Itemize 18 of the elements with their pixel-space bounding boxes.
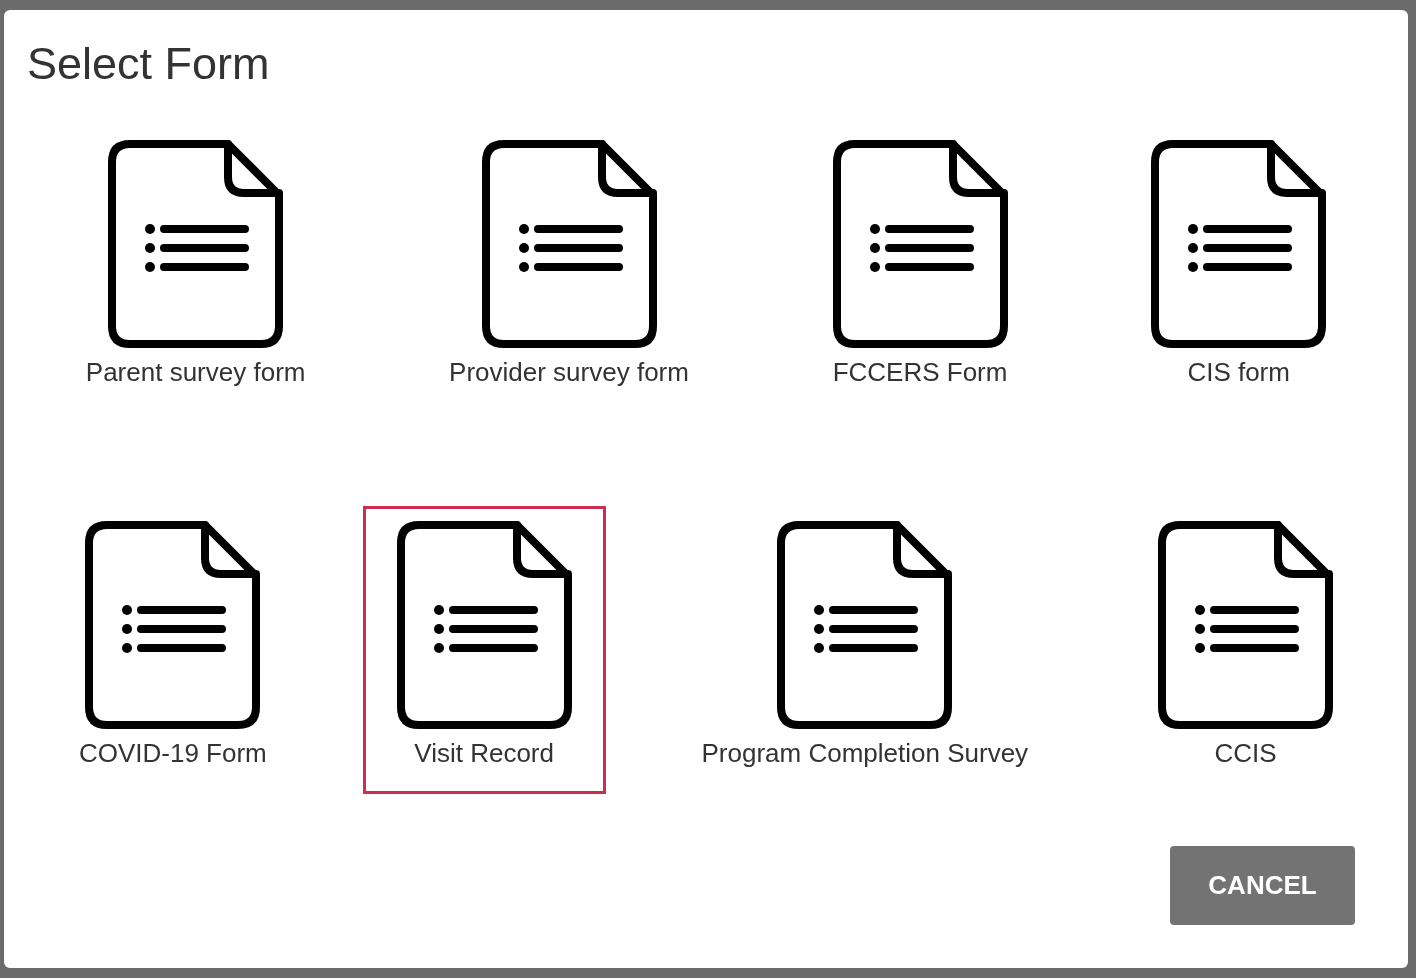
cancel-button[interactable]: CANCEL [1170, 846, 1355, 925]
form-option[interactable]: Provider survey form [415, 125, 723, 413]
form-option[interactable]: COVID-19 Form [44, 506, 301, 794]
document-icon [85, 521, 261, 729]
form-option[interactable]: Visit Record [362, 506, 606, 794]
form-option[interactable]: FCCERS Form [798, 125, 1042, 413]
document-icon [777, 521, 953, 729]
document-icon [108, 140, 284, 348]
form-option[interactable]: CCIS [1124, 506, 1367, 794]
document-icon [1158, 521, 1333, 729]
document-icon [832, 140, 1008, 348]
document-icon [396, 521, 572, 729]
form-option[interactable]: Parent survey form [51, 125, 340, 413]
document-icon [481, 140, 657, 348]
document-icon [1151, 140, 1327, 348]
form-option[interactable]: CIS form [1117, 125, 1361, 413]
form-option[interactable]: Program Completion Survey [667, 506, 1063, 794]
dialog-title: Select Form [26, 37, 270, 91]
